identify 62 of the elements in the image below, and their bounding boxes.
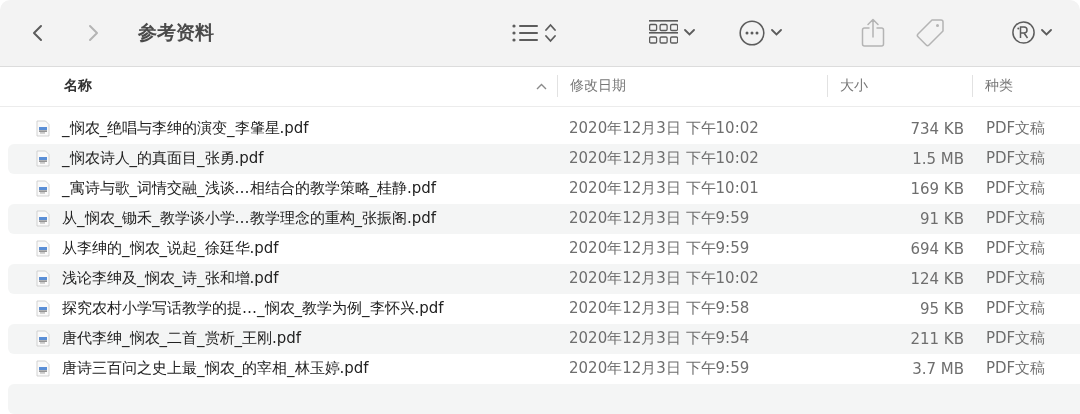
file-kind: PDF文稿 [985,149,1047,169]
pdf-file-icon [36,120,50,138]
modified-date: 2020年12月3日 下午9:54 [568,329,751,349]
file-kind: PDF文稿 [985,179,1047,199]
file-name[interactable]: _寓诗与歌_词情交融_浅谈…相结合的教学策略_桂静.pdf [62,179,437,199]
ellipsis-circle-icon [738,19,765,46]
pdf-file-icon [36,210,50,228]
column-header[interactable]: 名称 [64,77,92,96]
chevron-right-icon [86,23,100,42]
pdf-file-icon [36,360,50,378]
file-name[interactable]: _悯农_绝唱与李绅的演变_李肇星.pdf [62,119,309,139]
file-name[interactable]: 唐诗三百问之史上最_悯农_的宰相_林玉婷.pdf [62,359,369,379]
column-header[interactable]: 修改日期 [570,77,626,96]
share-icon [861,18,885,48]
file-kind: PDF文稿 [985,239,1047,259]
file-name[interactable]: _悯农诗人_的真面目_张勇.pdf [62,149,264,169]
file-size: 1.5 MB [912,149,965,168]
column-header[interactable]: 大小 [840,77,868,96]
list-icon [512,22,539,43]
file-size: 95 KB [920,299,965,318]
file-kind: PDF文稿 [985,269,1047,289]
modified-date: 2020年12月3日 下午10:02 [568,269,760,289]
file-size: 211 KB [910,329,965,348]
grid-icon [649,19,678,46]
file-name[interactable]: 从李绅的_悯农_说起_徐廷华.pdf [62,239,279,259]
chevron-down-icon [1041,29,1052,37]
modified-date: 2020年12月3日 下午9:58 [568,299,751,319]
pdf-file-icon [36,180,50,198]
pdf-file-icon [36,240,50,258]
file-name[interactable]: 探究农村小学写话教学的提…_悯农_教学为例_李怀兴.pdf [62,299,444,319]
file-size: 169 KB [910,179,965,198]
modified-date: 2020年12月3日 下午9:59 [568,359,751,379]
circled-r-icon [1012,21,1035,45]
tag-icon [915,17,945,48]
pdf-file-icon [36,270,50,288]
file-size: 3.7 MB [912,359,965,378]
file-size: 734 KB [910,119,965,138]
modified-date: 2020年12月3日 下午10:01 [568,179,760,199]
column-header[interactable]: 种类 [985,77,1013,96]
pdf-file-icon [36,150,50,168]
modified-date: 2020年12月3日 下午10:02 [568,119,760,139]
pdf-file-icon [36,300,50,318]
file-kind: PDF文稿 [985,119,1047,139]
file-kind: PDF文稿 [985,209,1047,229]
chevron-left-icon [30,23,44,42]
window-title: 参考资料 [138,19,214,45]
file-name[interactable]: 浅论李绅及_悯农_诗_张和增.pdf [62,269,279,289]
modified-date: 2020年12月3日 下午9:59 [568,239,751,259]
file-size: 124 KB [910,269,965,288]
chevron-down-icon [684,29,695,37]
file-kind: PDF文稿 [985,359,1047,379]
file-size: 91 KB [920,209,965,228]
pdf-file-icon [36,330,50,348]
chevron-down-icon [770,29,782,37]
file-name[interactable]: 从_悯农_锄禾_教学谈小学…教学理念的重构_张振阁.pdf [62,209,437,229]
up-down-arrows-icon [545,22,556,43]
modified-date: 2020年12月3日 下午9:59 [568,209,751,229]
modified-date: 2020年12月3日 下午10:02 [568,149,760,169]
file-name[interactable]: 唐代李绅_悯农_二首_赏析_王刚.pdf [62,329,302,349]
file-kind: PDF文稿 [985,329,1047,349]
file-kind: PDF文稿 [985,299,1047,319]
file-size: 694 KB [910,239,965,258]
